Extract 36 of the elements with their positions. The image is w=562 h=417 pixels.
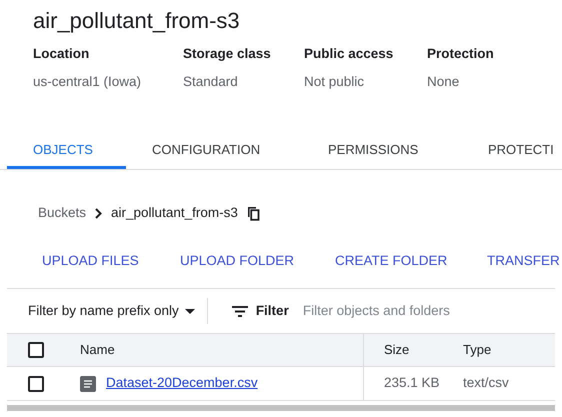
action-button[interactable]: CREATE FOLDER [323, 246, 475, 276]
table-cell: 235.1 KB [384, 375, 440, 390]
table-cell: text/csv [463, 375, 509, 390]
file-link[interactable]: Dataset-20December.csv [106, 373, 258, 394]
tab[interactable]: OBJECTS [7, 135, 126, 169]
property-value: Not public [304, 73, 366, 91]
action-button[interactable]: TRANSFER [475, 246, 562, 276]
chevron-icon [95, 208, 102, 218]
filter-label: Filter [256, 302, 289, 320]
checkbox[interactable] [28, 342, 44, 358]
property-label: Location [33, 45, 90, 63]
action-button[interactable]: UPLOAD FOLDER [168, 246, 323, 276]
dropdown-caret-icon [184, 308, 195, 314]
property-value: None [427, 73, 460, 91]
bucket-title: air_pollutant_from-s3 [33, 7, 241, 35]
property-label: Storage class [183, 45, 272, 63]
checkbox[interactable] [28, 376, 44, 392]
column-header: Type [463, 342, 492, 358]
property-value: Standard [183, 73, 239, 91]
property-label: Public access [304, 45, 394, 63]
filter-input[interactable]: Filter objects and folders [302, 300, 503, 322]
filter-mode-dropdown[interactable]: Filter by name prefix only [28, 300, 205, 322]
action-button[interactable]: UPLOAD FILES [30, 246, 168, 276]
tab[interactable]: CONFIGURATION [126, 135, 302, 169]
property-value: us-central1 (Iowa) [33, 73, 142, 91]
tab[interactable]: PROTECTI [462, 135, 562, 169]
column-header: Name [80, 341, 115, 360]
breadcrumb-current: air_pollutant_from-s3 [111, 204, 238, 222]
column-header: Size [384, 342, 410, 358]
filter-icon [232, 306, 248, 316]
copy-icon[interactable] [246, 206, 260, 220]
document-icon [80, 376, 96, 392]
breadcrumb-link[interactable]: Buckets [38, 202, 86, 224]
property-label: Protection [427, 45, 495, 63]
tab[interactable]: PERMISSIONS [302, 135, 462, 169]
horizontal-scrollbar[interactable] [7, 405, 555, 411]
